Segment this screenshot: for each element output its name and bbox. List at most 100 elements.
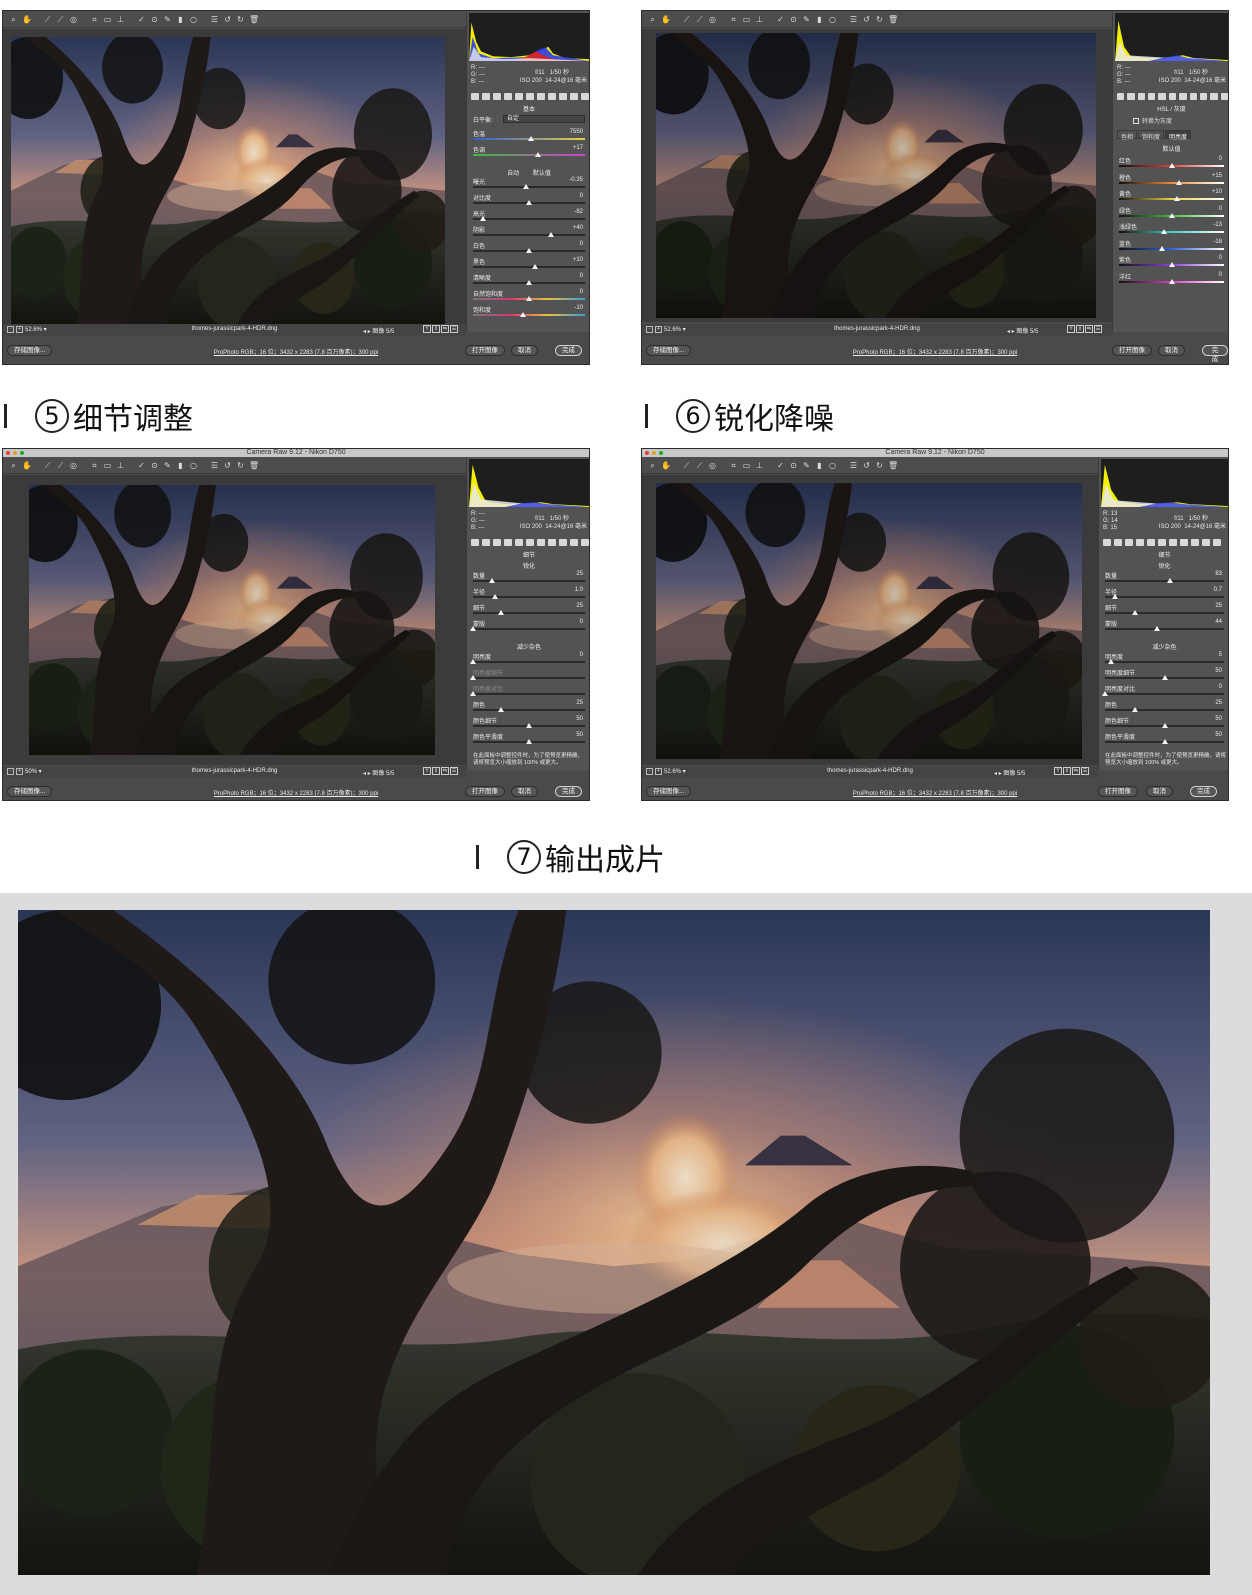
zoom-tool-icon[interactable]: ⌕ [9, 15, 18, 24]
crop-tool-icon[interactable]: ⌗ [729, 15, 738, 24]
color-sampler-icon[interactable]: ⟋ [695, 15, 704, 24]
slider-value[interactable]: -10 [574, 305, 583, 311]
rotate-cw-icon[interactable]: ↻ [236, 461, 245, 470]
slider-handle[interactable] [470, 691, 476, 696]
open-image-button[interactable]: 打开图像 [1098, 786, 1138, 797]
slider-handle[interactable] [1107, 659, 1114, 664]
slider-track[interactable] [1105, 580, 1224, 582]
tab-saturation[interactable]: 饱和度 [1138, 130, 1165, 141]
slider-handle[interactable] [492, 594, 499, 599]
slider-value[interactable]: -13 [1213, 222, 1222, 228]
cancel-button[interactable]: 取消 [511, 345, 538, 356]
white-balance-tool-icon[interactable]: ⟋ [682, 461, 691, 470]
slider-handle[interactable] [1161, 675, 1168, 680]
slider-value[interactable]: +17 [573, 145, 583, 151]
rotate-cw-icon[interactable]: ↻ [236, 15, 245, 24]
white-balance-select[interactable]: 白平衡: 自定 [473, 115, 585, 124]
slider-handle[interactable] [526, 723, 532, 728]
done-button[interactable]: 完成 [1190, 786, 1217, 797]
straighten-tool-icon[interactable]: ▭ [742, 15, 751, 24]
slider-value[interactable]: 0.7 [1214, 587, 1222, 593]
slider-track[interactable] [1105, 596, 1224, 598]
slider-value[interactable]: 0 [1219, 684, 1222, 690]
slider-track[interactable] [473, 661, 585, 663]
slider-value[interactable]: 0 [1219, 272, 1222, 278]
slider-track[interactable] [473, 218, 585, 220]
slider-value[interactable]: 0 [580, 193, 583, 199]
slider-value[interactable]: 50 [1215, 732, 1222, 738]
slider-value[interactable]: 0 [580, 289, 583, 295]
red-eye-icon[interactable]: ⊙ [150, 461, 159, 470]
view-icons[interactable]: Y ⇕ ⇆ ☰ [1067, 325, 1102, 333]
trash-icon[interactable]: 🗑 [249, 15, 259, 24]
slider-value[interactable]: 50 [576, 716, 583, 722]
color-sampler-icon[interactable]: ⟋ [56, 461, 65, 470]
panel-tab-icons[interactable] [1115, 93, 1228, 102]
slider-value[interactable]: 0 [580, 619, 583, 625]
slider-handle[interactable] [528, 136, 535, 141]
slider-handle[interactable] [1168, 212, 1175, 218]
slider-value[interactable]: -0.35 [569, 177, 583, 183]
slider-track[interactable] [473, 154, 585, 156]
straighten-tool-icon[interactable]: ▭ [742, 461, 751, 470]
default-link[interactable]: 默认值 [1113, 144, 1228, 153]
slider-handle[interactable] [534, 152, 541, 157]
red-eye-icon[interactable]: ⊙ [150, 15, 159, 24]
slider-handle[interactable] [526, 200, 532, 205]
slider-track[interactable] [473, 186, 585, 188]
slider-handle[interactable] [1167, 578, 1174, 583]
slider-value[interactable]: -82 [574, 209, 583, 215]
slider-track[interactable] [473, 596, 585, 598]
white-balance-tool-icon[interactable]: ⟋ [43, 461, 52, 470]
tab-luminance[interactable]: 明亮度 [1165, 130, 1192, 141]
slider-track[interactable] [473, 693, 585, 695]
slider-value[interactable]: 5 [1219, 652, 1222, 658]
slider-track[interactable] [1105, 709, 1224, 711]
slider-value[interactable]: -18 [1213, 239, 1222, 245]
zoom-tool-icon[interactable]: ⌕ [648, 15, 657, 24]
rotate-cw-icon[interactable]: ↻ [875, 461, 884, 470]
slider-value[interactable]: 25 [576, 603, 583, 609]
slider-handle[interactable] [1131, 610, 1138, 615]
slider-value[interactable]: 7550 [570, 129, 583, 135]
brush-tool-icon[interactable]: ✎ [163, 15, 172, 24]
view-icons[interactable]: Y ⇕ ⇆ ☰ [1054, 767, 1089, 775]
slider-value[interactable]: 0 [1219, 255, 1222, 261]
slider-handle[interactable] [498, 707, 504, 712]
graduated-filter-icon[interactable]: ▮ [176, 461, 185, 470]
transform-tool-icon[interactable]: ⊥ [116, 15, 125, 24]
targeted-adjust-icon[interactable]: ◎ [708, 15, 717, 24]
slider-handle[interactable] [1168, 278, 1175, 284]
slider-handle[interactable] [526, 248, 532, 253]
brush-tool-icon[interactable]: ✎ [802, 461, 811, 470]
slider-track[interactable] [1119, 231, 1224, 233]
preferences-icon[interactable]: ☰ [849, 461, 858, 470]
slider-handle[interactable] [1161, 723, 1168, 728]
slider-track[interactable] [1105, 661, 1224, 663]
slider-value[interactable]: 25 [1215, 603, 1222, 609]
convert-grayscale-checkbox[interactable]: 转换为灰度 [1133, 116, 1226, 125]
image-nav[interactable]: ◂ ▸ 图像 5/5 [363, 768, 394, 777]
slider-value[interactable]: 0 [580, 652, 583, 658]
slider-handle[interactable] [1161, 229, 1168, 234]
slider-handle[interactable] [1131, 707, 1138, 712]
red-eye-icon[interactable]: ⊙ [789, 461, 798, 470]
slider-handle[interactable] [498, 610, 504, 615]
slider-track[interactable] [473, 266, 585, 268]
color-sampler-icon[interactable]: ⟋ [695, 461, 704, 470]
spot-removal-icon[interactable]: ✓ [776, 15, 785, 24]
hand-tool-icon[interactable]: ✋ [661, 461, 671, 470]
targeted-adjust-icon[interactable]: ◎ [69, 15, 78, 24]
open-image-button[interactable]: 打开图像 [465, 345, 505, 356]
spot-removal-icon[interactable]: ✓ [776, 461, 785, 470]
slider-track[interactable] [1105, 612, 1224, 614]
slider-handle[interactable] [1168, 262, 1175, 267]
slider-track[interactable] [473, 612, 585, 614]
panel-tab-icons[interactable] [1101, 539, 1228, 548]
radial-filter-icon[interactable]: ○ [189, 15, 198, 24]
slider-value[interactable]: 0 [1219, 206, 1222, 212]
spot-removal-icon[interactable]: ✓ [137, 15, 146, 24]
slider-value[interactable]: 25 [576, 571, 583, 577]
slider-handle[interactable] [548, 232, 555, 237]
slider-value[interactable]: 0 [580, 273, 583, 279]
